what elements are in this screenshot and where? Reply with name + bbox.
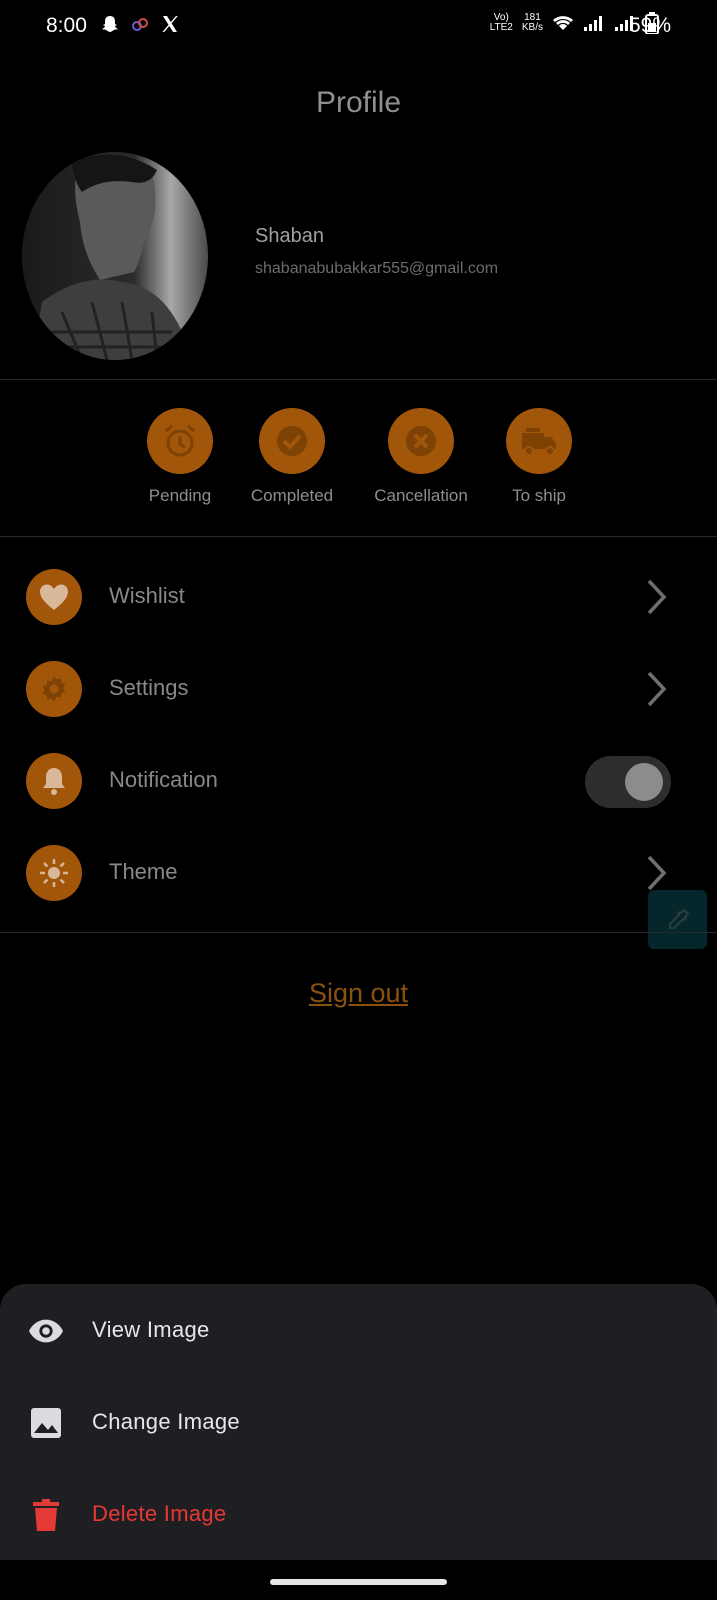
sign-out-link[interactable]: Sign out xyxy=(0,978,717,1009)
battery-percent: 59% xyxy=(628,14,671,37)
profile-name: Shaban xyxy=(255,225,324,247)
x-logo-icon xyxy=(162,16,178,32)
order-to-ship[interactable]: To ship xyxy=(484,408,594,506)
status-bar: 8:00 Vo) LTE2 181 KB/s 59% xyxy=(0,0,717,54)
menu-item-theme[interactable]: Theme xyxy=(0,838,717,908)
view-image-option[interactable]: View Image xyxy=(0,1295,717,1365)
order-cancellation[interactable]: Cancellation xyxy=(366,408,476,506)
color-picker-button[interactable] xyxy=(648,890,707,949)
menu-item-notification[interactable]: Notification xyxy=(0,746,717,816)
cancel-circle-icon xyxy=(406,426,436,456)
image-options-sheet: View Image Change Image Delete Image xyxy=(0,1284,717,1560)
status-time: 8:00 xyxy=(46,14,87,37)
eye-icon xyxy=(28,1319,64,1343)
app-notification-icon xyxy=(132,18,148,31)
image-icon xyxy=(31,1408,61,1438)
eyedropper-icon xyxy=(668,908,689,929)
home-gesture-handle[interactable] xyxy=(270,1579,447,1585)
alarm-clock-icon xyxy=(165,424,195,457)
divider xyxy=(0,379,717,380)
chevron-right-icon xyxy=(647,671,667,707)
heart-icon xyxy=(40,584,68,610)
page-title: Profile xyxy=(315,86,402,119)
order-completed[interactable]: Completed xyxy=(237,408,347,506)
delete-image-option[interactable]: Delete Image xyxy=(0,1479,717,1549)
navigation-bar xyxy=(0,1560,717,1600)
snapchat-icon xyxy=(102,16,118,32)
order-pending[interactable]: Pending xyxy=(125,408,235,506)
check-circle-icon xyxy=(277,426,307,456)
menu-item-settings[interactable]: Settings xyxy=(0,654,717,724)
chevron-right-icon xyxy=(647,579,667,615)
divider xyxy=(0,932,717,933)
change-image-option[interactable]: Change Image xyxy=(0,1387,717,1457)
toggle-knob xyxy=(625,763,663,801)
gear-icon xyxy=(42,676,66,702)
sun-icon xyxy=(40,859,68,887)
divider xyxy=(0,536,717,537)
wifi-icon xyxy=(553,16,573,30)
notification-toggle[interactable] xyxy=(585,756,671,808)
trash-icon xyxy=(33,1499,59,1531)
bell-icon xyxy=(43,768,65,795)
volte-indicator: Vo) LTE2 xyxy=(489,12,513,33)
profile-email: shabanabubakkar555@gmail.com xyxy=(255,260,499,277)
signal-icon xyxy=(584,16,602,31)
network-speed: 181 KB/s xyxy=(521,12,543,33)
avatar[interactable] xyxy=(22,152,208,360)
menu-item-wishlist[interactable]: Wishlist xyxy=(0,562,717,632)
truck-icon xyxy=(522,428,556,456)
chevron-right-icon xyxy=(647,855,667,891)
